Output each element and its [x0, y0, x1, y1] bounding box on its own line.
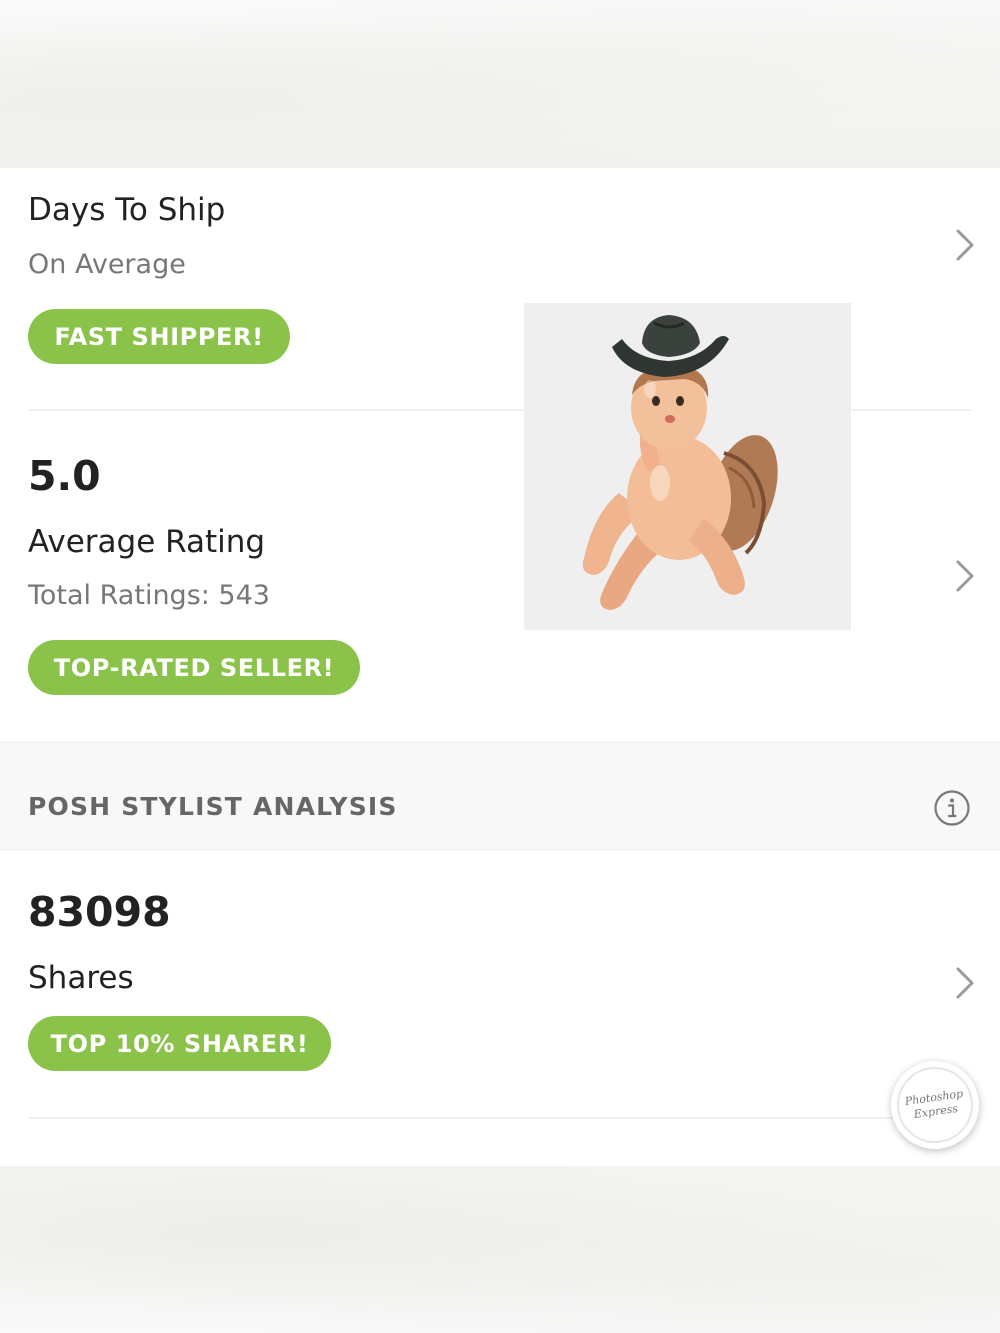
shares-title: Shares: [28, 960, 134, 996]
fast-shipper-badge: FAST SHIPPER!: [28, 309, 290, 364]
total-ratings: Total Ratings: 543: [28, 580, 270, 611]
top-sharer-badge: TOP 10% SHARER!: [28, 1016, 331, 1071]
average-rating-title: Average Rating: [28, 524, 266, 560]
cherub-figurine-illustration: [582, 315, 778, 610]
row-divider: [28, 1117, 972, 1119]
shares-value: 83098: [28, 888, 171, 936]
chevron-right-icon[interactable]: [950, 556, 980, 596]
days-to-ship-subtitle: On Average: [28, 249, 186, 280]
product-photo: [524, 303, 851, 630]
rating-value: 5.0: [28, 452, 101, 500]
section-label: POSH STYLIST ANALYSIS: [28, 792, 398, 821]
chevron-right-icon[interactable]: [950, 225, 980, 265]
seller-stats-page: Days To Ship On Average FAST SHIPPER! 5.…: [0, 0, 1000, 1333]
photoshop-express-watermark: Photoshop Express: [885, 1055, 985, 1155]
days-to-ship-title: Days To Ship: [28, 192, 226, 228]
info-circle-icon[interactable]: [933, 789, 971, 827]
blurred-background-bottom: [0, 1166, 1000, 1333]
blurred-background-top: [0, 0, 1000, 168]
watermark-ring: [892, 1062, 978, 1148]
chevron-right-icon[interactable]: [950, 963, 980, 1003]
top-rated-seller-badge: TOP-RATED SELLER!: [28, 640, 360, 695]
